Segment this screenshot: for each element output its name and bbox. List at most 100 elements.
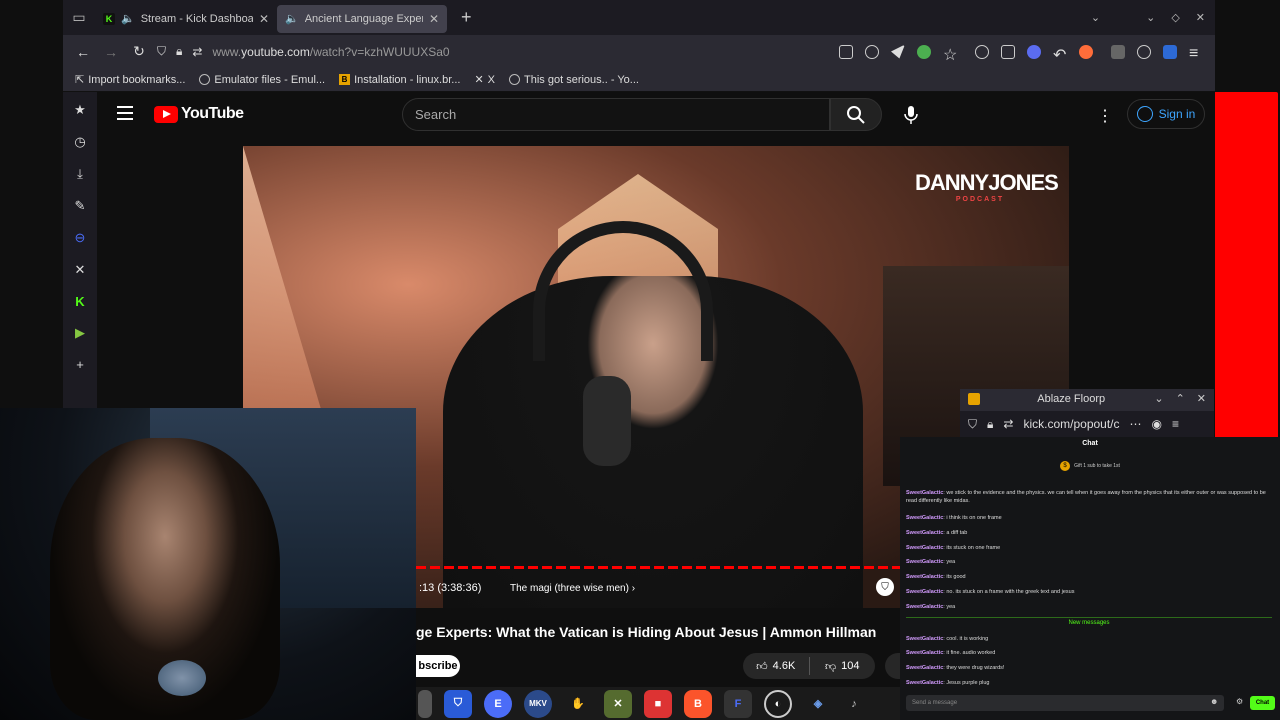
gift-sub-banner[interactable]: $ Gift 1 sub to take 1st (900, 461, 1280, 471)
translate-icon[interactable] (865, 44, 879, 59)
picture-icon[interactable] (839, 44, 853, 59)
address-bar[interactable]: ⛉ 🔒︎ ⇄ www.youtube.com/watch?v=kzhWUUUXS… (157, 44, 839, 59)
downloads-icon[interactable]: ⤓ (77, 166, 83, 182)
rumble-icon[interactable]: ▶ (75, 325, 85, 341)
extension-blue-icon[interactable] (1163, 44, 1177, 59)
search-input[interactable]: Search (402, 98, 830, 131)
more-options-icon[interactable]: ⋯ (1130, 417, 1142, 431)
menu-icon[interactable]: ≡ (1172, 417, 1179, 431)
brave-icon[interactable]: B (684, 689, 712, 718)
bookmark-x[interactable]: ✕ X (474, 73, 495, 87)
browser-sidebar: ★ ◷ ⤓ ✎ ⊖ ✕ K ▶ + (63, 92, 97, 408)
restore-icon[interactable]: ◇ (1171, 11, 1179, 24)
kick-address-bar[interactable]: ⛉ 🔒︎ ⇄ kick.com/popout/c ⋯ ◉ ≡ (960, 411, 1214, 437)
chat-message: SweetGalactic: its good (906, 574, 966, 581)
profile-icon[interactable] (1027, 44, 1041, 59)
permissions-icon[interactable]: ⇄ (1003, 417, 1013, 431)
reload-icon[interactable]: ↻ (125, 43, 153, 60)
forward-icon[interactable]: → (97, 44, 125, 60)
pen-icon[interactable]: ✎ (75, 198, 86, 214)
bookmark-youtube[interactable]: This got serious.. - Yo... (509, 74, 639, 86)
minimize-icon[interactable]: ⌄ (1146, 11, 1155, 24)
account-icon[interactable]: ◉ (1152, 417, 1162, 431)
emoji-icon[interactable]: ☻ (1210, 697, 1218, 706)
chat-send-button[interactable]: Chat (1250, 696, 1275, 710)
history-icon[interactable]: ◷ (74, 134, 85, 150)
new-messages-divider[interactable]: New messages (906, 616, 1272, 628)
shield-icon[interactable]: ⛉ (157, 44, 166, 59)
fox-extension-icon[interactable] (1079, 44, 1093, 59)
bitwarden-icon[interactable]: ⛉ (444, 689, 472, 718)
audio-icon[interactable]: 🔈 (121, 12, 135, 25)
browser-tabbar: ▭ K 🔈 Stream - Kick Dashboard ✕ ▶ 🔈 Anci… (63, 0, 1278, 720)
like-button[interactable]: 👍︎ 4.6K (743, 660, 809, 673)
add-panel-icon[interactable]: + (76, 357, 84, 372)
search-icon (847, 105, 865, 124)
mkv-icon[interactable]: MKV (524, 689, 552, 718)
hamburger-menu-icon[interactable] (117, 106, 133, 120)
taskbar-app-icon[interactable]: ✕ (604, 689, 632, 718)
floorp-icon[interactable]: ⊖ (75, 230, 86, 246)
extension-green-icon[interactable] (917, 44, 931, 59)
taskbar-app-icon[interactable]: ■ (644, 689, 672, 718)
x-logo-icon[interactable]: ✕ (75, 262, 86, 278)
tab-youtube[interactable]: ▶ 🔈 Ancient Language Experts ✕ (160, 4, 1278, 720)
gear-icon[interactable]: ⚙ (1236, 697, 1243, 706)
kick-window-controls: ⌄ ⌃ ✕ (1154, 392, 1206, 405)
maximize-icon[interactable]: ⌃ (1176, 392, 1185, 405)
back-icon[interactable]: ← (69, 44, 97, 60)
microphone-icon (903, 105, 918, 124)
tab-list-icon[interactable]: ▭ (63, 0, 95, 35)
menu-icon[interactable]: ≡ (1189, 45, 1203, 62)
chat-message: SweetGalactic: yea (906, 603, 956, 610)
voice-search-button[interactable] (894, 98, 927, 131)
send-icon[interactable] (891, 44, 905, 59)
lock-icon[interactable]: 🔒︎ (987, 417, 993, 432)
close-tab-icon[interactable]: ✕ (259, 12, 269, 26)
search-button[interactable] (830, 98, 882, 131)
webcam-overlay (0, 408, 416, 720)
chevron-down-icon[interactable]: ⌄ (1154, 392, 1163, 405)
close-window-icon[interactable]: ✕ (1196, 11, 1205, 24)
kick-chat-panel: Chat $ Gift 1 sub to take 1st SweetGalac… (900, 437, 1280, 720)
shield-overlay-icon[interactable]: ⛉ (876, 578, 894, 596)
subscribe-button[interactable]: bscribe (416, 655, 460, 677)
undo-icon[interactable]: ↶ (1053, 45, 1067, 64)
account-icon[interactable] (975, 44, 989, 59)
chat-message-input[interactable]: Send a message (906, 695, 1224, 711)
chat-message: SweetGalactic: its stuck on one frame (906, 544, 1001, 551)
dislike-button[interactable]: 👎︎ 104 (810, 660, 876, 673)
floorp-taskbar-icon[interactable]: F (724, 689, 752, 718)
kick-icon[interactable]: K (75, 294, 84, 309)
bookmark-installation[interactable]: B Installation - linux.br... (339, 74, 460, 86)
url-text[interactable]: www.youtube.com/watch?v=kzhWUUUXSa0 (212, 45, 449, 59)
sign-in-button[interactable]: Sign in (1127, 99, 1205, 129)
audio-icon[interactable]: 🔈 (285, 12, 299, 25)
bookmark-emulator[interactable]: Emulator files - Emul... (199, 74, 325, 86)
taskbar-app-icon[interactable]: E (484, 689, 512, 718)
close-icon[interactable]: ✕ (1197, 392, 1206, 405)
new-tab-icon[interactable]: + (461, 7, 472, 28)
obs-icon[interactable]: ◐ (764, 689, 792, 718)
chat-message: SweetGalactic: yea (906, 559, 956, 566)
youtube-logo[interactable]: YouTube (154, 105, 244, 123)
permissions-icon[interactable]: ⇄ (192, 45, 202, 59)
hand-wave-icon[interactable]: ✋ (564, 690, 592, 718)
taskbar-app-icon[interactable] (418, 689, 432, 718)
chapter-title[interactable]: The magi (three wise men) › (510, 583, 635, 594)
tab-overflow-icon[interactable]: ⌄ (1091, 11, 1100, 24)
more-options-icon[interactable]: ⋮ (1097, 106, 1113, 126)
lock-icon[interactable]: 🔒︎ (176, 44, 182, 59)
notification-icon[interactable]: ♪ (844, 690, 864, 718)
bookmarks-star-icon[interactable]: ★ (74, 102, 86, 118)
shield-icon[interactable]: ⛉ (968, 417, 977, 432)
toolbar-icons: ☆ ↶ ≡ (839, 44, 1215, 64)
people-icon[interactable] (1137, 44, 1151, 59)
taskbar-app-icon[interactable]: ◈ (804, 690, 832, 718)
ublock-icon[interactable] (1111, 44, 1125, 59)
bookmark-import[interactable]: ⇱ Import bookmarks... (75, 73, 185, 87)
close-tab-icon[interactable]: ✕ (429, 12, 439, 26)
extensions-icon[interactable] (1001, 44, 1015, 59)
bookmark-star-icon[interactable]: ☆ (943, 45, 957, 64)
tab-kick-dashboard[interactable]: K 🔈 Stream - Kick Dashboard ✕ (95, 5, 277, 33)
